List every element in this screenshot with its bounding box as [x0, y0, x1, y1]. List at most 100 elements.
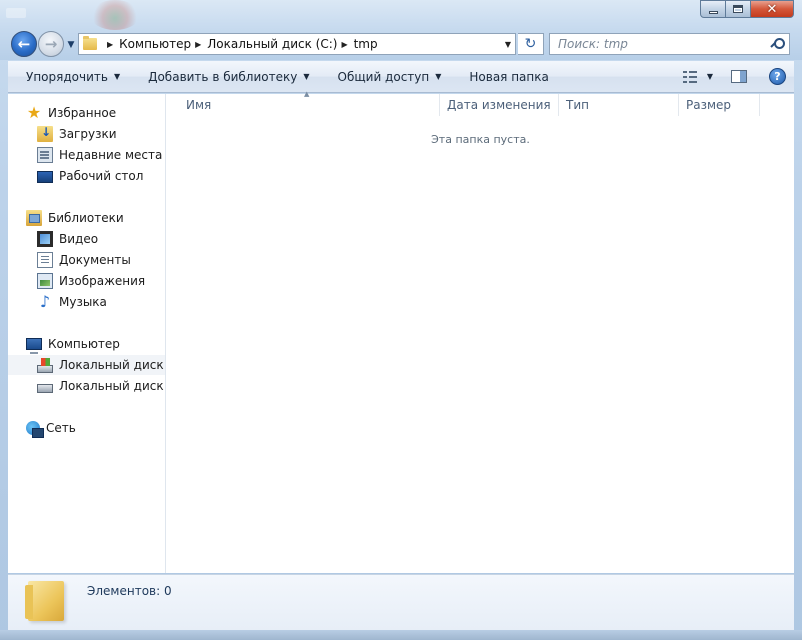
folder-icon	[25, 581, 64, 621]
sidebar-item-label: Библиотеки	[48, 211, 124, 225]
breadcrumb-separator-icon[interactable]: ▶	[195, 40, 201, 49]
maximize-button[interactable]	[726, 0, 751, 18]
breadcrumb-separator-icon[interactable]: ▶	[107, 40, 113, 49]
sidebar-item-video[interactable]: Видео	[37, 229, 98, 249]
close-button[interactable]: ✕	[751, 0, 794, 18]
sidebar-item-label: Локальный диск (D	[59, 379, 165, 393]
refresh-button[interactable]: ↻	[518, 33, 544, 55]
sidebar-item-images[interactable]: Изображения	[37, 271, 145, 291]
taskbar-glimpse	[0, 630, 802, 640]
sidebar-item-label: Избранное	[48, 106, 117, 120]
sidebar-item-local-disk-c[interactable]: Локальный диск (C	[8, 355, 165, 375]
details-pane: Элементов: 0	[8, 574, 794, 630]
sidebar-item-label: Видео	[59, 232, 99, 246]
new-folder-button[interactable]: Новая папка	[451, 61, 558, 93]
column-header-label: Имя	[186, 98, 212, 112]
view-controls: ▼ ?	[682, 68, 794, 85]
view-options-dropdown[interactable]: ▼	[707, 72, 713, 81]
explorer-window: ✕ ← → ▼ ▶ Компьютер ▶ Локальный диск (C:…	[0, 0, 802, 640]
organize-label: Упорядочить	[26, 69, 108, 84]
recent-pages-dropdown[interactable]: ▼	[65, 40, 77, 50]
chevron-down-icon: ▼	[303, 72, 310, 81]
sidebar-item-label: Недавние места	[59, 148, 163, 162]
computer-icon	[26, 338, 42, 354]
sidebar-item-label: Компьютер	[48, 337, 120, 351]
empty-folder-message: Эта папка пуста.	[431, 133, 530, 146]
sidebar-item-label: Изображения	[59, 274, 146, 288]
sidebar-item-label: Сеть	[46, 421, 76, 435]
star-icon: ★	[26, 103, 42, 122]
sidebar-item-label: Музыка	[59, 295, 107, 309]
sidebar-item-local-disk-d[interactable]: Локальный диск (D	[37, 376, 165, 396]
sidebar-item-label: Загрузки	[59, 127, 117, 141]
sidebar-item-label: Рабочий стол	[59, 169, 144, 183]
search-placeholder: Поиск: tmp	[558, 37, 628, 51]
column-header-label: Тип	[566, 98, 589, 112]
sidebar-item-documents[interactable]: Документы	[37, 250, 131, 270]
column-header-label: Размер	[686, 98, 732, 112]
sidebar-item-downloads[interactable]: Загрузки	[37, 124, 117, 144]
share-label: Общий доступ	[337, 69, 430, 84]
column-header-size[interactable]: Размер	[679, 94, 760, 116]
chevron-down-icon: ▼	[67, 40, 75, 50]
back-arrow-icon: ←	[17, 35, 31, 53]
preview-pane-icon[interactable]	[731, 70, 747, 83]
sidebar-item-computer[interactable]: Компьютер	[26, 334, 120, 354]
chevron-down-icon: ▼	[435, 72, 442, 81]
navigation-pane[interactable]: ★ Избранное Загрузки Недавние места Рабо…	[8, 94, 166, 573]
documents-library-icon	[37, 252, 53, 268]
background-glimpse-icon	[90, 0, 140, 30]
organize-menu[interactable]: Упорядочить ▼	[8, 61, 130, 93]
network-icon	[26, 421, 44, 438]
minimize-button[interactable]	[700, 0, 726, 18]
pictures-library-icon	[37, 273, 53, 289]
address-bar[interactable]: ▶ Компьютер ▶ Локальный диск (C:) ▶ tmp …	[78, 33, 516, 55]
breadcrumb-computer[interactable]: Компьютер	[119, 37, 191, 51]
close-icon: ✕	[766, 1, 778, 17]
sidebar-item-music[interactable]: ♪ Музыка	[37, 292, 107, 312]
help-icon[interactable]: ?	[769, 68, 786, 85]
maximize-icon	[733, 5, 743, 13]
sidebar-item-network[interactable]: Сеть	[26, 418, 76, 438]
view-details-icon[interactable]	[682, 70, 697, 83]
sidebar-item-desktop[interactable]: Рабочий стол	[37, 166, 143, 186]
chevron-down-icon: ▼	[113, 72, 121, 81]
sidebar-item-libraries[interactable]: Библиотеки	[26, 208, 124, 228]
sidebar-item-recent-places[interactable]: Недавние места	[37, 145, 162, 165]
forward-button[interactable]: →	[38, 31, 64, 57]
sidebar-item-label: Документы	[59, 253, 131, 267]
item-count: Элементов: 0	[87, 584, 172, 598]
content-area: ★ Избранное Загрузки Недавние места Рабо…	[8, 90, 794, 573]
recent-places-icon	[37, 147, 53, 163]
forward-arrow-icon: →	[44, 35, 58, 53]
column-header-type[interactable]: Тип	[559, 94, 679, 116]
sidebar-item-favorites[interactable]: ★ Избранное	[26, 103, 116, 123]
background-glimpse	[6, 8, 26, 18]
folder-icon	[83, 36, 97, 50]
add-to-library-menu[interactable]: Добавить в библиотеку ▼	[130, 61, 319, 93]
add-to-library-label: Добавить в библиотеку	[148, 69, 298, 84]
sidebar-item-label: Локальный диск (C	[59, 358, 165, 372]
music-note-icon: ♪	[39, 292, 51, 311]
share-menu[interactable]: Общий доступ ▼	[320, 61, 452, 93]
downloads-folder-icon	[37, 125, 53, 142]
breadcrumb-local-disk-c[interactable]: Локальный диск (C:)	[207, 37, 337, 51]
video-library-icon	[37, 231, 53, 247]
file-list[interactable]: ▲ Имя Дата изменения Тип Размер Эта папк…	[167, 90, 794, 573]
breadcrumb-separator-icon[interactable]: ▶	[341, 40, 347, 49]
column-header-label: Дата изменения	[447, 98, 551, 112]
breadcrumb-tmp[interactable]: tmp	[354, 37, 378, 51]
address-history-dropdown[interactable]: ▼	[501, 40, 515, 49]
command-bar: Упорядочить ▼ Добавить в библиотеку ▼ Общи…	[8, 61, 794, 93]
caption-buttons: ✕	[700, 0, 794, 18]
search-icon[interactable]	[771, 38, 785, 50]
refresh-icon: ↻	[524, 36, 537, 52]
back-button[interactable]: ←	[11, 31, 37, 57]
desktop-icon	[37, 171, 53, 183]
column-header-name[interactable]: Имя	[179, 94, 440, 116]
column-header-date-modified[interactable]: Дата изменения	[440, 94, 559, 116]
hard-drive-icon	[37, 384, 53, 393]
minimize-icon	[708, 10, 718, 14]
search-input[interactable]: Поиск: tmp	[549, 33, 790, 55]
system-drive-icon	[37, 357, 53, 373]
